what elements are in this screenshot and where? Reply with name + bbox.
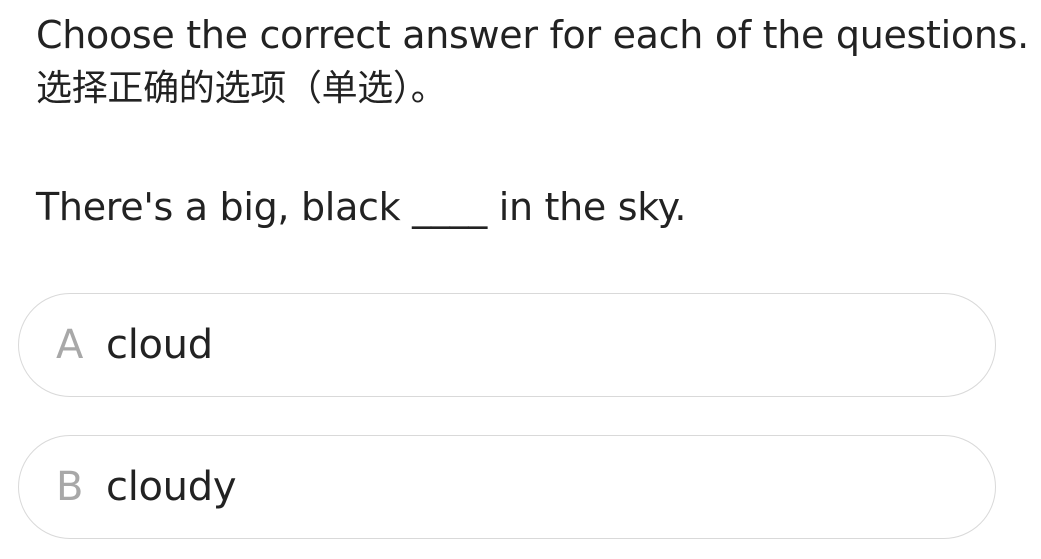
option-a[interactable]: A cloud [18,293,996,397]
option-letter: A [56,322,84,368]
option-text: cloud [106,322,213,368]
question-text: There's a big, black ____ in the sky. [36,185,687,229]
instructions: Choose the correct answer for each of th… [36,10,1036,116]
instruction-chinese: 选择正确的选项（单选）。 [36,68,447,109]
option-b[interactable]: B cloudy [18,435,996,539]
option-text: cloudy [106,464,237,510]
instruction-english: Choose the correct answer for each of th… [36,13,1029,57]
option-letter: B [56,464,84,510]
